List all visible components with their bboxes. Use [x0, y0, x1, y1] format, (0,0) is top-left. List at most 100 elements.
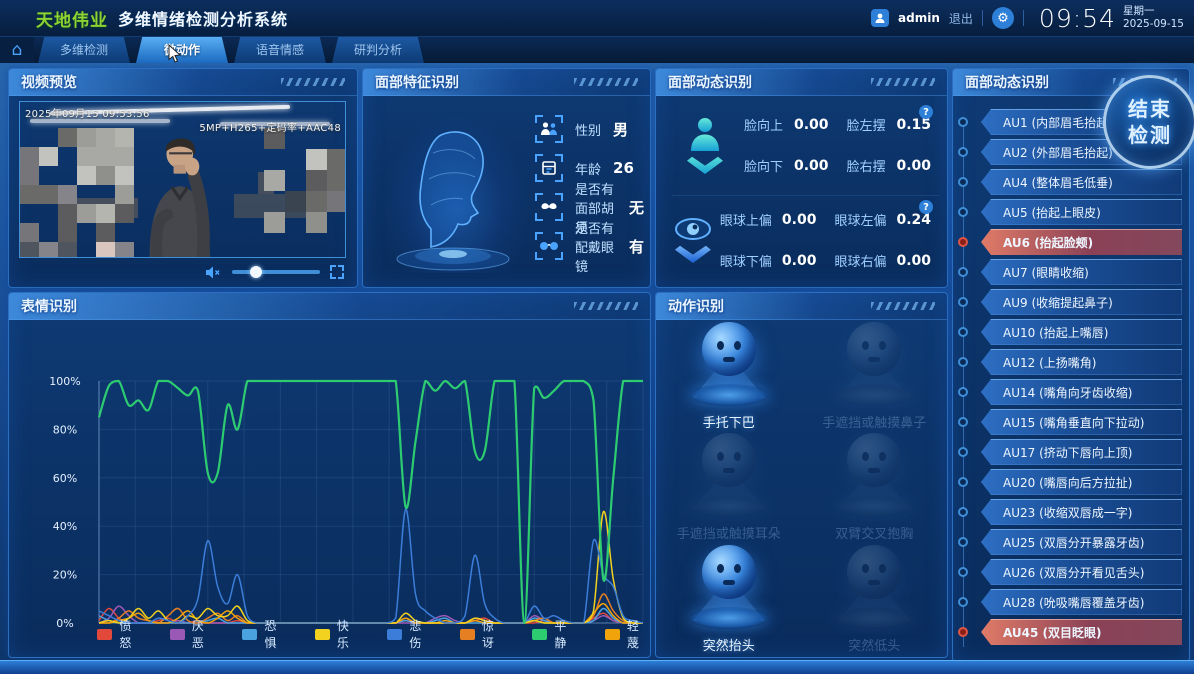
au-row-au6: AU6 (抬起脸颊): [981, 229, 1182, 255]
legend-item: 悲伤: [387, 617, 433, 651]
system-title: 多维情绪检测分析系统: [118, 6, 288, 30]
au-row-au45: AU45 (双目眨眼): [981, 619, 1182, 645]
au-row-au9: AU9 (收缩提起鼻子): [981, 289, 1182, 315]
hologram-head: [381, 113, 531, 273]
au-row-au26: AU26 (双唇分开看见舌头): [981, 559, 1182, 585]
panel-title-action: 动作识别: [656, 293, 947, 320]
username: admin: [898, 11, 940, 25]
action-touch-nose: 手遮挡或触摸鼻子: [802, 321, 948, 432]
au-row-au20: AU20 (嘴唇向后方拉扯): [981, 469, 1182, 495]
nav-bar: ⌂ 多维检测 微动作 语音情感 研判分析: [0, 36, 1194, 63]
fullscreen-icon[interactable]: [330, 265, 344, 279]
action-hand-on-chin: 手托下巴: [656, 321, 802, 432]
legend-label: 悲伤: [409, 617, 432, 651]
panel-title-expression: 表情识别: [9, 293, 650, 320]
tab-voice-emotion[interactable]: 语音情感: [234, 36, 326, 63]
panel-title-face-feature: 面部特征识别: [363, 69, 650, 96]
clock: 09:54 星期一 2025-09-15: [1039, 4, 1184, 33]
feature-label: 年龄: [575, 159, 601, 178]
divider: [1023, 10, 1024, 26]
au-row-au12: AU12 (上扬嘴角): [981, 349, 1182, 375]
help-icon[interactable]: ?: [919, 105, 933, 119]
au-row-au17: AU17 (挤动下唇向上顶): [981, 439, 1182, 465]
metric-value: 0.00: [896, 158, 939, 174]
metric-value: 0.00: [793, 117, 836, 133]
legend-label: 惊讶: [482, 617, 505, 651]
legend-swatch: [97, 629, 112, 640]
feature-value: 26: [613, 159, 634, 177]
chevron-base: [687, 154, 723, 174]
privacy-mosaic: [264, 128, 345, 232]
gender-icon: [535, 115, 563, 143]
head-pose-group: ? 脸向上 0.00 脸左摆 0.15 脸向下 0.00 脸右摆 0.00: [672, 101, 939, 189]
logout-button[interactable]: 退出: [949, 10, 973, 27]
footer-bar: [0, 660, 1194, 674]
legend-item: 惊讶: [460, 617, 506, 651]
video-frame[interactable]: 2025年09月15 09:53:56 5MP+H265+定码率+AAC48: [19, 101, 346, 258]
brand-logo: 天地伟业: [36, 6, 108, 31]
feature-label: 是否有配戴眼镜: [575, 218, 617, 275]
video-preview-panel: 视频预览 2025年09月15 09:53:56 5MP+H26: [8, 68, 358, 288]
stop-detection-button[interactable]: 结束检测: [1103, 75, 1194, 169]
feature-value: 有: [629, 236, 644, 257]
action-label: 手遮挡或触摸耳朵: [677, 523, 781, 542]
au-row-au14: AU14 (嘴角向牙齿收缩): [981, 379, 1182, 405]
help-icon[interactable]: ?: [919, 200, 933, 214]
metric-value: 0.00: [782, 253, 825, 269]
legend-swatch: [242, 629, 257, 640]
au-row-au7: AU7 (眼睛收缩): [981, 259, 1182, 285]
svg-text:80%: 80%: [53, 423, 77, 436]
au-row-au5: AU5 (抬起上眼皮): [981, 199, 1182, 225]
action-recognition-panel: 动作识别 手托下巴 手遮挡或触摸鼻子 手遮挡或触摸耳朵 双臂交叉抱胸 突然抬头: [655, 292, 948, 658]
clock-date: 2025-09-15: [1123, 18, 1184, 31]
svg-text:60%: 60%: [53, 472, 77, 485]
chart-legend: 愤怒 厌恶 恐惧 快乐 悲伤 惊讶 平静 轻蔑: [97, 617, 650, 651]
metric-label: 眼球上偏: [720, 210, 772, 229]
hologram-orb: [824, 322, 924, 406]
legend-item: 轻蔑: [605, 617, 651, 651]
metric-label: 眼球下偏: [720, 251, 772, 270]
action-arms-crossed: 双臂交叉抱胸: [802, 432, 948, 543]
metric-label: 脸右摆: [847, 156, 886, 175]
legend-swatch: [315, 629, 330, 640]
metric-value: 0.00: [793, 158, 836, 174]
svg-text:0%: 0%: [56, 617, 73, 627]
tab-analysis[interactable]: 研判分析: [332, 36, 424, 63]
face-dynamic-panel: 面部动态识别 ? 脸向上 0.00 脸左摆 0.15 脸向下 0.00 脸右摆 …: [655, 68, 948, 288]
hologram-orb: [679, 545, 779, 629]
hologram-orb: [824, 545, 924, 629]
volume-slider[interactable]: [232, 270, 320, 274]
au-row-au10: AU10 (抬起上嘴唇): [981, 319, 1182, 345]
metric-label: 眼球右偏: [834, 251, 886, 270]
hologram-orb: [679, 322, 779, 406]
feature-row-glasses: 是否有配戴眼镜 有: [535, 232, 644, 260]
au-row-au25: AU25 (双唇分开暴露牙齿): [981, 529, 1182, 555]
svg-text:40%: 40%: [53, 520, 77, 533]
hologram-orb: [824, 433, 924, 517]
tab-multidim-detect[interactable]: 多维检测: [38, 36, 130, 63]
hologram-orb: [679, 433, 779, 517]
divider: [982, 10, 983, 26]
legend-swatch: [605, 629, 620, 640]
tab-micro-action[interactable]: 微动作: [136, 36, 228, 63]
legend-label: 厌恶: [192, 617, 215, 651]
volume-knob[interactable]: [250, 266, 262, 278]
feature-value: 男: [613, 119, 628, 140]
legend-label: 愤怒: [119, 617, 142, 651]
legend-item: 愤怒: [97, 617, 143, 651]
mute-icon[interactable]: [206, 266, 222, 279]
expression-panel: 表情识别 100%80%60%40%20%0% 愤怒 厌恶 恐惧 快乐 悲伤 惊…: [8, 292, 651, 658]
settings-gear-icon[interactable]: ⚙: [992, 7, 1014, 29]
legend-swatch: [170, 629, 185, 640]
metric-label: 脸左摆: [847, 115, 886, 134]
video-controls: [19, 262, 344, 282]
au-row-au15: AU15 (嘴角垂直向下拉动): [981, 409, 1182, 435]
chevron-base: [675, 243, 711, 263]
home-icon[interactable]: ⌂: [0, 36, 34, 63]
metric-value: 0.00: [782, 212, 825, 228]
action-sudden-head-up: 突然抬头: [656, 544, 802, 655]
clock-time: 09:54: [1039, 4, 1116, 33]
action-sudden-head-down: 突然低头: [802, 544, 948, 655]
action-label: 手托下巴: [703, 412, 755, 431]
svg-text:100%: 100%: [49, 375, 80, 388]
